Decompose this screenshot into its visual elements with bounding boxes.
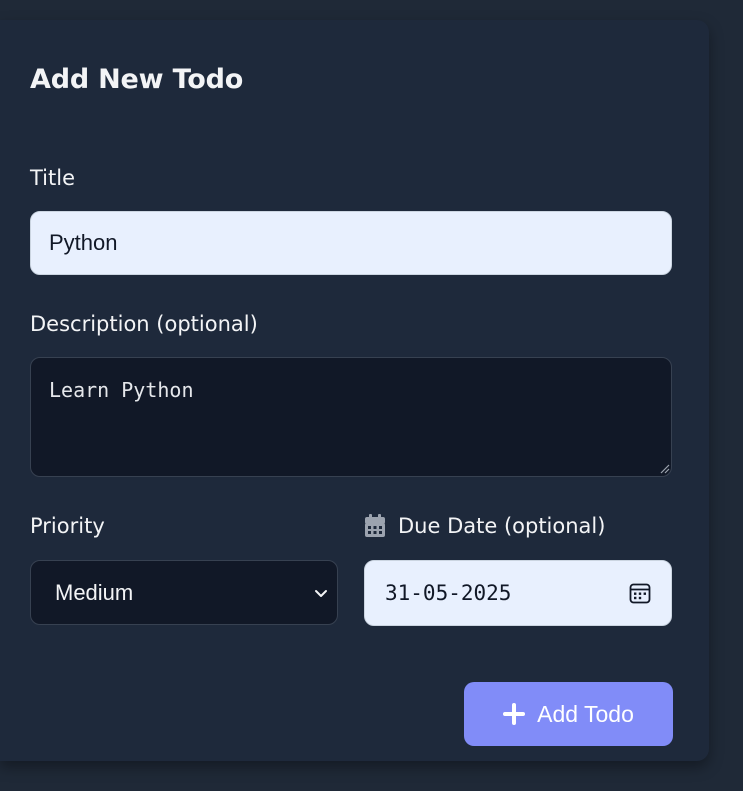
- description-label: Description (optional): [30, 312, 258, 336]
- add-todo-card: Add New Todo Title Description (optional…: [0, 20, 709, 761]
- due-date-label: Due Date (optional): [398, 514, 606, 538]
- add-todo-label: Add Todo: [537, 700, 634, 727]
- calendar-icon: [365, 514, 385, 537]
- priority-label: Priority: [30, 514, 105, 538]
- due-date-value: 31-05-2025: [385, 581, 512, 605]
- resize-handle-icon[interactable]: [660, 464, 670, 474]
- plus-icon: [503, 703, 526, 725]
- priority-selected-value: Medium: [55, 579, 134, 605]
- form-heading: Add New Todo: [30, 64, 244, 95]
- priority-select[interactable]: Medium: [30, 560, 338, 625]
- title-input[interactable]: [30, 211, 672, 275]
- description-textarea[interactable]: Learn Python: [30, 357, 672, 477]
- calendar-picker-icon[interactable]: [629, 582, 651, 604]
- title-label: Title: [30, 166, 76, 190]
- chevron-down-icon: [315, 589, 327, 597]
- due-date-label-group: Due Date (optional): [364, 514, 605, 538]
- due-date-input[interactable]: 31-05-2025: [364, 560, 672, 626]
- add-todo-button[interactable]: Add Todo: [464, 682, 673, 746]
